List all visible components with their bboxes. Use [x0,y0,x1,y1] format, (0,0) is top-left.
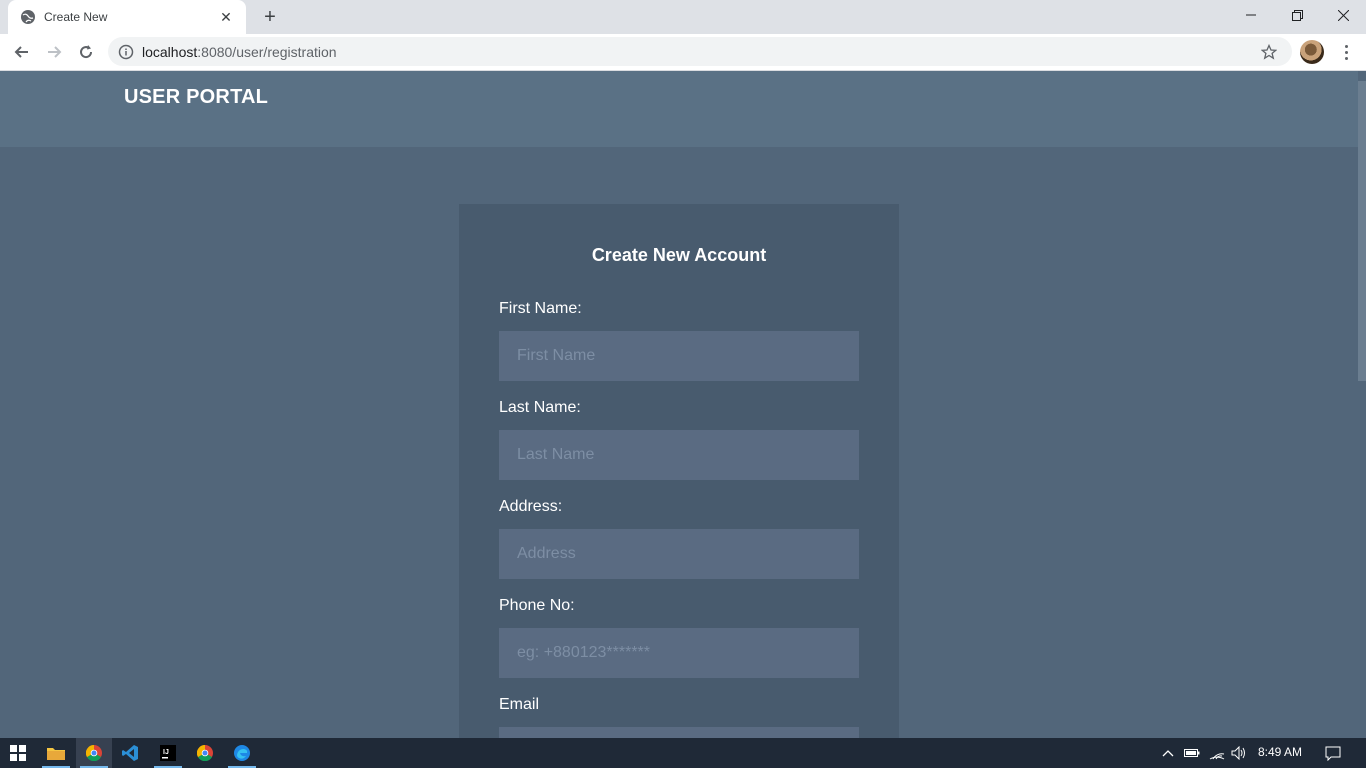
taskbar-clock[interactable]: 8:49 AM [1258,745,1302,759]
page-scrollbar[interactable] [1358,71,1366,738]
url-text: localhost:8080/user/registration [142,44,337,60]
brand-title[interactable]: USER PORTAL [124,86,268,109]
minimize-button[interactable] [1228,0,1274,30]
more-menu-icon[interactable] [1336,40,1356,64]
chrome-icon[interactable] [187,738,223,768]
restore-button[interactable] [1274,0,1320,30]
url-path: :8080/user/registration [197,43,337,60]
page-viewport: USER PORTAL Create New Account First Nam… [0,71,1366,738]
last-name-label: Last Name: [499,399,581,416]
browser-tabbar: Create New ✕ + [0,0,1366,34]
last-name-input[interactable] [499,430,859,480]
site-header: USER PORTAL [0,71,1358,147]
edge-icon[interactable] [224,738,260,768]
address-input[interactable] [499,529,859,579]
close-tab-icon[interactable]: ✕ [218,9,234,25]
phone-label: Phone No: [499,597,575,614]
chevron-up-icon[interactable] [1160,745,1176,761]
windows-start-icon[interactable] [0,738,36,768]
url-host: localhost [142,43,198,60]
back-button[interactable] [8,38,36,66]
volume-icon[interactable] [1231,745,1247,761]
globe-icon [20,9,36,25]
address-bar[interactable]: localhost:8080/user/registration [108,37,1292,66]
tab-title: Create New [44,10,108,24]
vscode-icon[interactable] [112,738,148,768]
form-title: Create New Account [591,245,767,265]
battery-icon[interactable] [1184,745,1200,761]
intellij-icon[interactable]: IJ [150,738,186,768]
notification-icon[interactable] [1325,745,1341,761]
file-explorer-icon[interactable] [38,738,74,768]
svg-text:IJ: IJ [163,749,169,756]
forward-button[interactable] [40,38,68,66]
first-name-input[interactable] [499,331,859,381]
browser-toolbar: localhost:8080/user/registration [0,34,1366,71]
close-window-button[interactable] [1320,0,1366,30]
phone-input[interactable] [499,628,859,678]
reload-button[interactable] [72,38,100,66]
profile-avatar[interactable] [1300,40,1324,64]
email-label: Email [499,696,540,713]
registration-card: Create New Account First Name: Last Name… [459,204,899,738]
new-tab-button[interactable]: + [258,5,282,29]
address-label: Address: [499,498,563,515]
info-icon[interactable] [118,44,134,60]
email-input[interactable] [499,727,859,738]
browser-tab[interactable]: Create New ✕ [8,0,246,34]
wifi-icon[interactable] [1209,745,1225,761]
chrome-icon[interactable] [76,738,112,768]
scrollbar-thumb[interactable] [1358,81,1366,381]
first-name-label: First Name: [499,300,582,317]
bookmark-star-icon[interactable] [1260,43,1278,61]
windows-taskbar: IJ 8:49 AM [0,738,1366,768]
